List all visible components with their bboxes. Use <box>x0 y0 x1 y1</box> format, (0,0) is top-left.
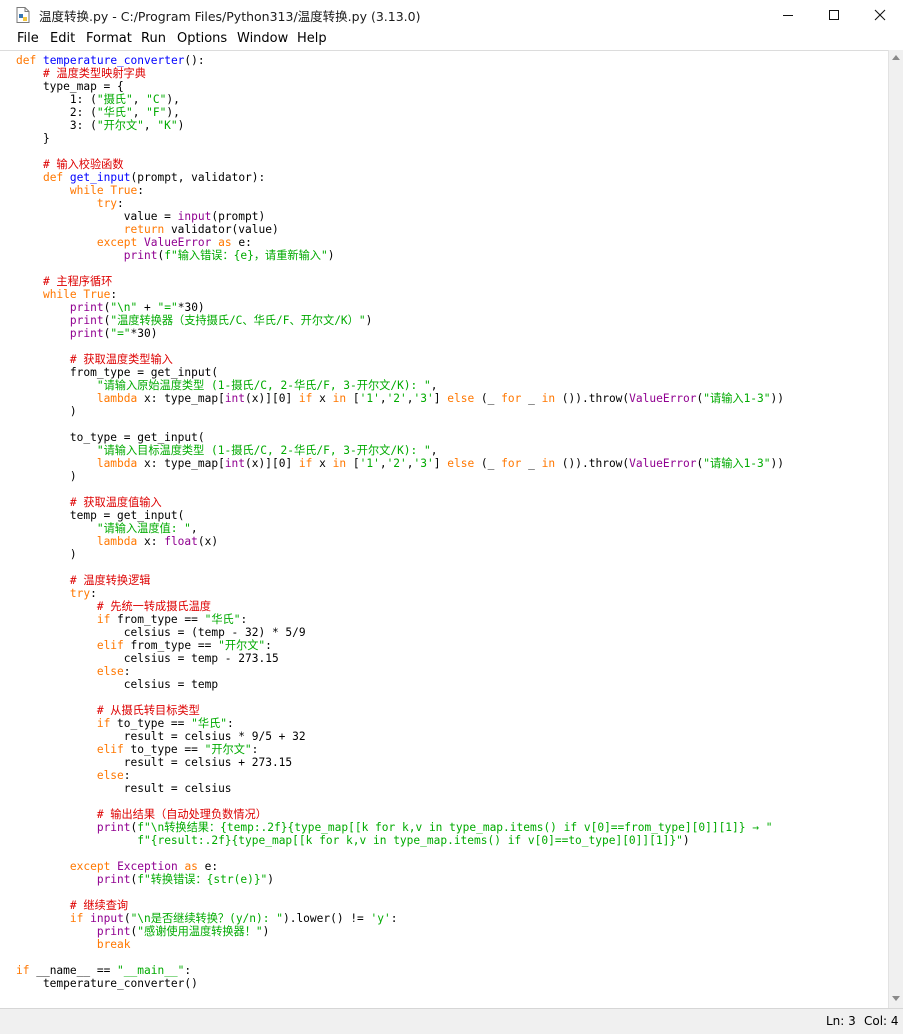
title-bar: 温度转换.py - C:/Program Files/Python313/温度转… <box>0 0 903 31</box>
window-title: 温度转换.py - C:/Program Files/Python313/温度转… <box>39 9 421 24</box>
menu-file[interactable]: File <box>17 31 39 46</box>
status-bar: Ln: 3 Col: 4 <box>0 1008 903 1034</box>
cursor-line: Ln: 3 <box>826 1014 856 1028</box>
maximize-icon <box>829 10 839 20</box>
menu-edit[interactable]: Edit <box>50 31 75 46</box>
python-file-icon <box>16 7 30 23</box>
code-text[interactable]: def temperature_converter(): # 温度类型映射字典 … <box>0 51 888 990</box>
menu-format[interactable]: Format <box>86 31 132 46</box>
scroll-up-icon[interactable] <box>892 55 900 60</box>
scroll-down-icon[interactable] <box>892 996 900 1001</box>
cursor-column: Col: 4 <box>864 1014 899 1028</box>
vertical-scrollbar[interactable] <box>888 50 903 1008</box>
menu-window[interactable]: Window <box>237 31 288 46</box>
menu-help[interactable]: Help <box>297 31 327 46</box>
menu-run[interactable]: Run <box>141 31 166 46</box>
menu-options[interactable]: Options <box>177 31 227 46</box>
menu-bar: File Edit Format Run Options Window Help <box>0 30 903 50</box>
code-editor[interactable]: def temperature_converter(): # 温度类型映射字典 … <box>0 50 888 1009</box>
minimize-icon <box>783 15 793 16</box>
close-button[interactable] <box>857 0 903 30</box>
close-icon <box>874 9 886 21</box>
minimize-button[interactable] <box>765 0 811 30</box>
maximize-button[interactable] <box>811 0 857 30</box>
